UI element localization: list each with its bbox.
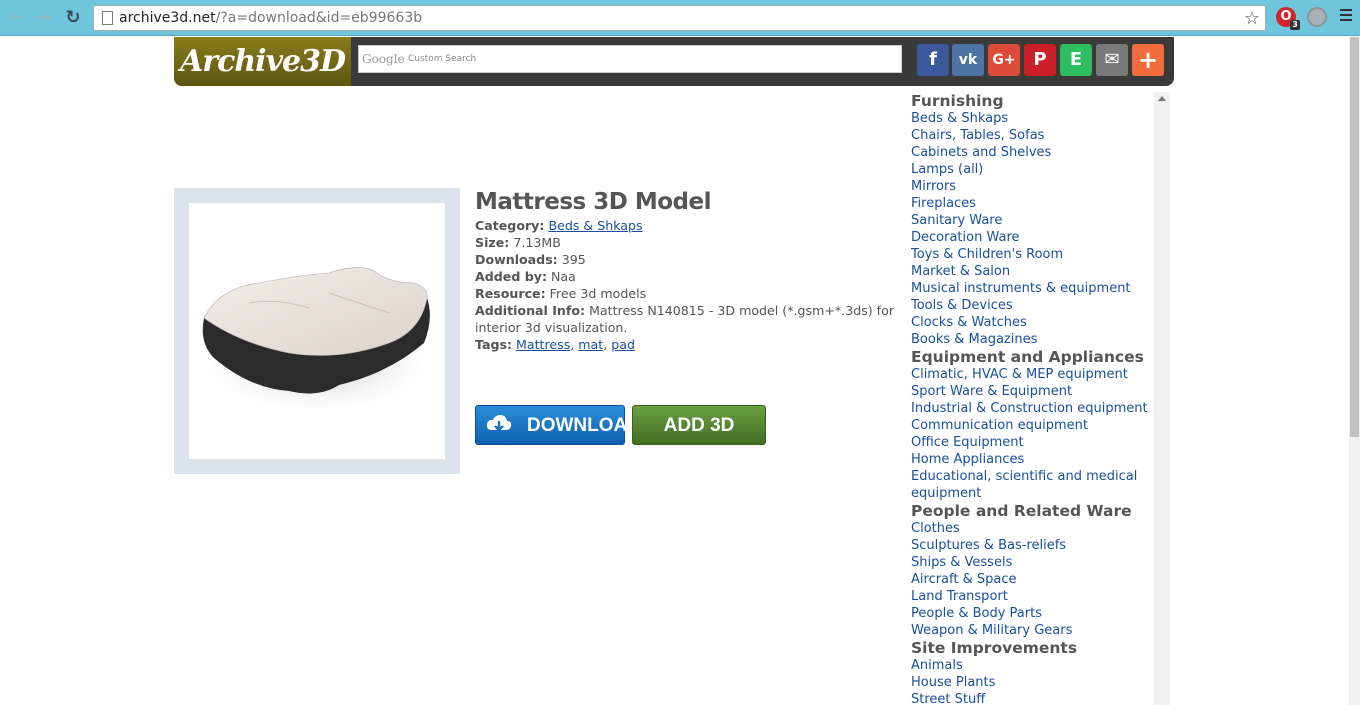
category-link[interactable]: Fireplaces bbox=[911, 195, 1156, 212]
size-row: Size: 7.13MB bbox=[475, 235, 561, 250]
browser-menu-icon[interactable] bbox=[1340, 9, 1352, 24]
page-scrollbar-thumb[interactable] bbox=[1350, 37, 1359, 437]
category-heading: Equipment and Appliances bbox=[911, 348, 1144, 366]
category-group: Site Improvements Animals House Plants Stre… bbox=[911, 639, 1156, 705]
category-link[interactable]: Decoration Ware bbox=[911, 229, 1156, 246]
tag-link[interactable]: Mattress bbox=[516, 337, 570, 352]
category-link[interactable]: Chairs, Tables, Sofas bbox=[911, 127, 1156, 144]
mail-share-icon[interactable]: ✉ bbox=[1096, 44, 1128, 76]
category-link[interactable]: Sport Ware & Equipment bbox=[911, 383, 1156, 400]
category-link[interactable]: Clothes bbox=[911, 520, 1156, 537]
downloads-row: Downloads: 395 bbox=[475, 252, 586, 267]
download-button[interactable]: DOWNLOAD bbox=[475, 405, 641, 445]
category-link[interactable]: Street Stuff bbox=[911, 691, 1156, 705]
category-heading: People and Related Ware bbox=[911, 502, 1132, 520]
google-plus-share-icon[interactable]: G+ bbox=[988, 44, 1020, 76]
evernote-share-icon[interactable]: E bbox=[1060, 44, 1092, 76]
category-link[interactable]: Industrial & Construction equipment bbox=[911, 400, 1156, 417]
category-heading: Furnishing bbox=[911, 92, 1004, 110]
resource-row: Resource: Free 3d models bbox=[475, 286, 647, 301]
extension-badge: 3 bbox=[1290, 20, 1300, 30]
model-details: Category: Beds & Shkaps Size: 7.13MB Dow… bbox=[475, 217, 900, 353]
pinterest-share-icon[interactable]: P bbox=[1024, 44, 1056, 76]
tag-link[interactable]: pad bbox=[611, 337, 635, 352]
category-link[interactable]: Market & Salon bbox=[911, 263, 1156, 280]
category-link[interactable]: Toys & Children's Room bbox=[911, 246, 1156, 263]
category-link[interactable]: Educational, scientific and medical equi… bbox=[911, 468, 1156, 502]
category-link[interactable]: Beds & Shkaps bbox=[911, 110, 1156, 127]
category-link[interactable]: Books & Magazines bbox=[911, 331, 1156, 348]
category-link[interactable]: People & Body Parts bbox=[911, 605, 1156, 622]
category-group: People and Related Ware Clothes Sculptures… bbox=[911, 502, 1156, 639]
page-icon bbox=[102, 11, 113, 25]
category-link[interactable]: Ships & Vessels bbox=[911, 554, 1156, 571]
facebook-share-icon[interactable]: f bbox=[917, 44, 949, 76]
vk-share-icon[interactable]: vk bbox=[952, 44, 984, 76]
forward-icon[interactable]: → bbox=[34, 8, 54, 28]
page-scrollbar[interactable] bbox=[1349, 37, 1360, 705]
category-heading: Site Improvements bbox=[911, 639, 1078, 657]
model-preview-image[interactable] bbox=[189, 203, 445, 459]
category-link[interactable]: Beds & Shkaps bbox=[548, 218, 642, 233]
url-text[interactable]: archive3d.net/?a=download&id=eb99663b bbox=[119, 10, 422, 26]
category-sidebar: Furnishing Beds & Shkaps Chairs, Tables, S… bbox=[911, 92, 1156, 705]
category-link[interactable]: Animals bbox=[911, 657, 1156, 674]
category-link[interactable]: Mirrors bbox=[911, 178, 1156, 195]
tag-link[interactable]: mat bbox=[578, 337, 603, 352]
category-link[interactable]: Tools & Devices bbox=[911, 297, 1156, 314]
category-group: Equipment and Appliances Climatic, HVAC &… bbox=[911, 348, 1156, 502]
category-link[interactable]: Weapon & Military Gears bbox=[911, 622, 1156, 639]
site-header: Archive3D Google Custom Search f vk G+ P… bbox=[174, 37, 1174, 86]
additional-info-row: Additional Info: Mattress N140815 - 3D m… bbox=[475, 303, 894, 335]
category-group: Furnishing Beds & Shkaps Chairs, Tables, S… bbox=[911, 92, 1156, 348]
category-link[interactable]: Communication equipment bbox=[911, 417, 1156, 434]
category-link[interactable]: Land Transport bbox=[911, 588, 1156, 605]
category-link[interactable]: Aircraft & Space bbox=[911, 571, 1156, 588]
added-by-row: Added by: Naa bbox=[475, 269, 576, 284]
category-link[interactable]: House Plants bbox=[911, 674, 1156, 691]
model-title: Mattress 3D Model bbox=[475, 189, 711, 215]
category-link[interactable]: Lamps (all) bbox=[911, 161, 1156, 178]
cloud-download-icon bbox=[486, 415, 512, 432]
category-link[interactable]: Home Appliances bbox=[911, 451, 1156, 468]
model-preview-frame bbox=[174, 188, 460, 474]
add-3d-model-button[interactable]: ADD 3D MODEL bbox=[632, 405, 766, 476]
bookmark-star-icon[interactable]: ☆ bbox=[1244, 8, 1260, 29]
opera-extension-icon[interactable]: O3 bbox=[1276, 7, 1300, 30]
sidebar-scrollbar[interactable] bbox=[1154, 92, 1170, 705]
tags-row: Tags: Mattress, mat, pad bbox=[475, 337, 635, 352]
address-bar[interactable]: archive3d.net/?a=download&id=eb99663b ☆ bbox=[93, 5, 1266, 31]
site-logo[interactable]: Archive3D bbox=[174, 37, 351, 86]
more-share-icon[interactable]: + bbox=[1132, 44, 1164, 76]
category-link[interactable]: Office Equipment bbox=[911, 434, 1156, 451]
category-link[interactable]: Sculptures & Bas-reliefs bbox=[911, 537, 1156, 554]
category-link[interactable]: Sanitary Ware bbox=[911, 212, 1156, 229]
browser-toolbar: ← → ↻ archive3d.net/?a=download&id=eb996… bbox=[0, 0, 1360, 36]
category-link[interactable]: Musical instruments & equipment bbox=[911, 280, 1156, 297]
search-box[interactable]: Google Custom Search bbox=[358, 45, 902, 73]
back-icon[interactable]: ← bbox=[6, 8, 26, 28]
search-input[interactable] bbox=[361, 48, 897, 70]
category-link[interactable]: Clocks & Watches bbox=[911, 314, 1156, 331]
download-label: DOWNLOAD bbox=[527, 415, 641, 436]
globe-extension-icon[interactable] bbox=[1307, 7, 1327, 27]
reload-icon[interactable]: ↻ bbox=[63, 8, 83, 28]
category-link[interactable]: Climatic, HVAC & MEP equipment bbox=[911, 366, 1156, 383]
scroll-up-icon[interactable] bbox=[1158, 96, 1166, 101]
category-row: Category: Beds & Shkaps bbox=[475, 218, 643, 233]
category-link[interactable]: Cabinets and Shelves bbox=[911, 144, 1156, 161]
